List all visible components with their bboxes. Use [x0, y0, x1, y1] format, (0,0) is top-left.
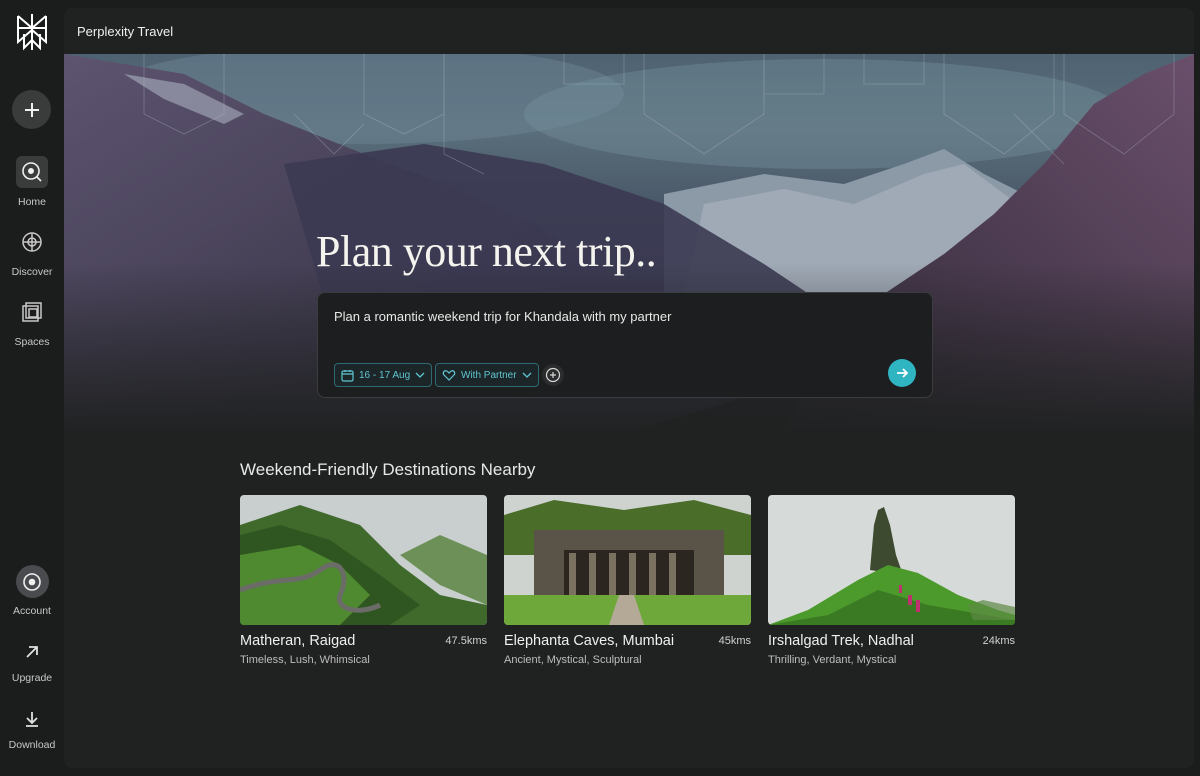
destination-card[interactable]: Matheran, Raigad 47.5kms Timeless, Lush,… — [240, 495, 487, 675]
sidebar-item-discover[interactable]: Discover — [0, 226, 64, 278]
destination-image — [504, 495, 751, 625]
plus-circle-icon — [545, 367, 561, 383]
destination-name: Matheran, Raigad — [240, 633, 356, 649]
sidebar: Home Discover Spaces Account Upgrade Dow… — [0, 0, 64, 776]
date-range-label: 16 - 17 Aug — [359, 369, 411, 381]
compass-icon — [16, 156, 48, 188]
spaces-icon — [16, 296, 48, 328]
destination-image — [240, 495, 487, 625]
app-title: Perplexity Travel — [77, 24, 174, 39]
calendar-icon — [341, 369, 354, 382]
sidebar-item-download[interactable]: Download — [0, 703, 64, 751]
heart-hand-icon — [442, 369, 456, 381]
trip-prompt-box[interactable]: Plan a romantic weekend trip for Khandal… — [317, 292, 933, 398]
sidebar-item-spaces[interactable]: Spaces — [0, 296, 64, 348]
destination-tags: Ancient, Mystical, Sculptural — [504, 654, 642, 666]
arrow-right-icon — [897, 368, 909, 378]
sidebar-item-label: Download — [8, 739, 56, 751]
sidebar-item-label: Upgrade — [11, 672, 53, 684]
prompt-input[interactable]: Plan a romantic weekend trip for Khandal… — [334, 309, 671, 324]
destination-card[interactable]: Irshalgad Trek, Nadhal 24kms Thrilling, … — [768, 495, 1015, 675]
sidebar-item-label: Account — [13, 605, 51, 617]
top-bar: Perplexity Travel — [64, 8, 1194, 54]
hero-title: Plan your next trip.. — [316, 227, 657, 276]
chevron-down-icon — [415, 372, 425, 378]
destination-name: Irshalgad Trek, Nadhal — [768, 633, 914, 649]
sidebar-item-home[interactable]: Home — [0, 156, 64, 208]
globe-icon — [16, 226, 48, 258]
download-icon — [16, 703, 48, 735]
arrow-up-right-icon — [16, 636, 48, 668]
destination-name: Elephanta Caves, Mumbai — [504, 633, 675, 649]
add-filter-button[interactable] — [542, 364, 564, 386]
perplexity-logo[interactable] — [14, 12, 50, 52]
submit-button[interactable] — [888, 359, 916, 387]
destination-card[interactable]: Elephanta Caves, Mumbai 45kms Ancient, M… — [504, 495, 751, 675]
sidebar-item-upgrade[interactable]: Upgrade — [0, 636, 64, 684]
sidebar-item-account[interactable]: Account — [0, 565, 64, 617]
main-panel: Perplexity Travel Plan your next trip.. … — [64, 8, 1194, 768]
sidebar-item-label: Spaces — [14, 336, 50, 348]
companion-dropdown[interactable]: With Partner — [435, 363, 539, 387]
section-title: Weekend-Friendly Destinations Nearby — [240, 460, 536, 479]
destination-distance: 47.5kms — [445, 635, 487, 647]
destination-tags: Timeless, Lush, Whimsical — [240, 654, 370, 666]
sidebar-item-label: Home — [17, 196, 46, 208]
plus-icon — [24, 102, 39, 117]
destination-tags: Thrilling, Verdant, Mystical — [768, 654, 897, 666]
destination-distance: 24kms — [982, 635, 1015, 647]
new-thread-button[interactable] — [12, 90, 51, 129]
chevron-down-icon — [522, 372, 532, 378]
account-icon — [15, 565, 49, 598]
date-range-dropdown[interactable]: 16 - 17 Aug — [334, 363, 433, 387]
companion-label: With Partner — [461, 369, 517, 381]
destination-image — [768, 495, 1015, 625]
destination-distance: 45kms — [718, 635, 751, 647]
sidebar-item-label: Discover — [11, 266, 53, 278]
